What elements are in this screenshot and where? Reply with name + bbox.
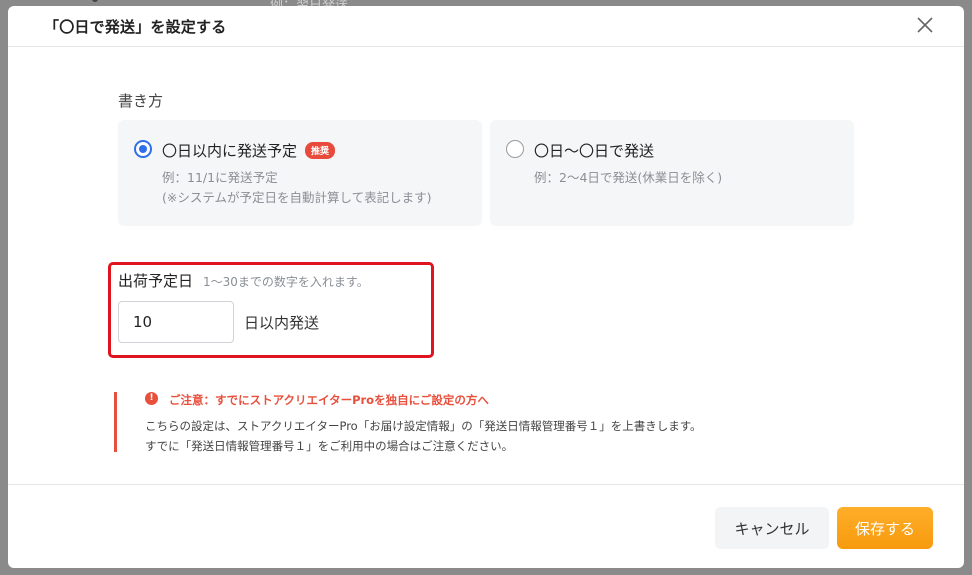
option-title-text: 〇日〜〇日で発送 <box>534 142 655 160</box>
notice-line: すでに「発送日情報管理番号１」をご利用中の場合はご注意ください。 <box>145 439 514 453</box>
option-desc-line: 例：2〜4日で発送(休業日を除く) <box>534 170 723 185</box>
format-label: 書き方 <box>118 92 164 110</box>
option-title: 〇日以内に発送予定 推奨 <box>162 140 336 161</box>
shipping-label-text: 出荷予定日 <box>118 272 194 290</box>
format-option-within-days[interactable]: 〇日以内に発送予定 推奨 例：11/1に発送予定 (※システムが予定日を自動計算し… <box>118 120 482 226</box>
shipping-field-label: 出荷予定日 1〜30までの数字を入れます。 <box>118 270 369 291</box>
option-desc-line: (※システムが予定日を自動計算して表記します) <box>162 190 432 205</box>
shipping-suffix: 日以内発送 <box>244 314 320 332</box>
save-button[interactable]: 保存する <box>837 507 933 549</box>
cancel-button[interactable]: キャンセル <box>715 507 829 549</box>
shipping-hint: 1〜30までの数字を入れます。 <box>203 275 369 289</box>
format-option-day-range[interactable]: 〇日〜〇日で発送 例：2〜4日で発送(休業日を除く) <box>490 120 854 226</box>
notice-box: ! ご注意：すでにストアクリエイターProを独自にご設定の方へ こちらの設定は、… <box>114 392 737 453</box>
option-description: 例：2〜4日で発送(休業日を除く) <box>534 168 722 188</box>
notice-title-text: ご注意：すでにストアクリエイターProを独自にご設定の方へ <box>169 393 489 407</box>
footer-divider <box>8 484 964 485</box>
recommended-badge: 推奨 <box>305 142 336 159</box>
option-description: 例：11/1に発送予定 (※システムが予定日を自動計算して表記します) <box>162 168 431 208</box>
radio-selected-icon[interactable] <box>134 140 152 158</box>
shipping-days-input[interactable] <box>118 301 234 343</box>
option-desc-line: 例：11/1に発送予定 <box>162 170 278 185</box>
option-title-text: 〇日以内に発送予定 <box>162 142 298 160</box>
settings-dialog: 「〇日で発送」を設定する 書き方 〇日以内に発送予定 推奨 例：11/1に発送予定… <box>8 6 964 568</box>
backdrop-bullet <box>92 0 98 2</box>
radio-unselected-icon[interactable] <box>506 140 524 158</box>
close-icon[interactable] <box>914 14 936 36</box>
dialog-header: 「〇日で発送」を設定する <box>8 6 964 47</box>
notice-line: こちらの設定は、ストアクリエイターPro「お届け設定情報」の「発送日情報管理番号… <box>145 419 702 433</box>
dialog-title: 「〇日で発送」を設定する <box>44 18 227 36</box>
warning-icon: ! <box>145 392 158 405</box>
